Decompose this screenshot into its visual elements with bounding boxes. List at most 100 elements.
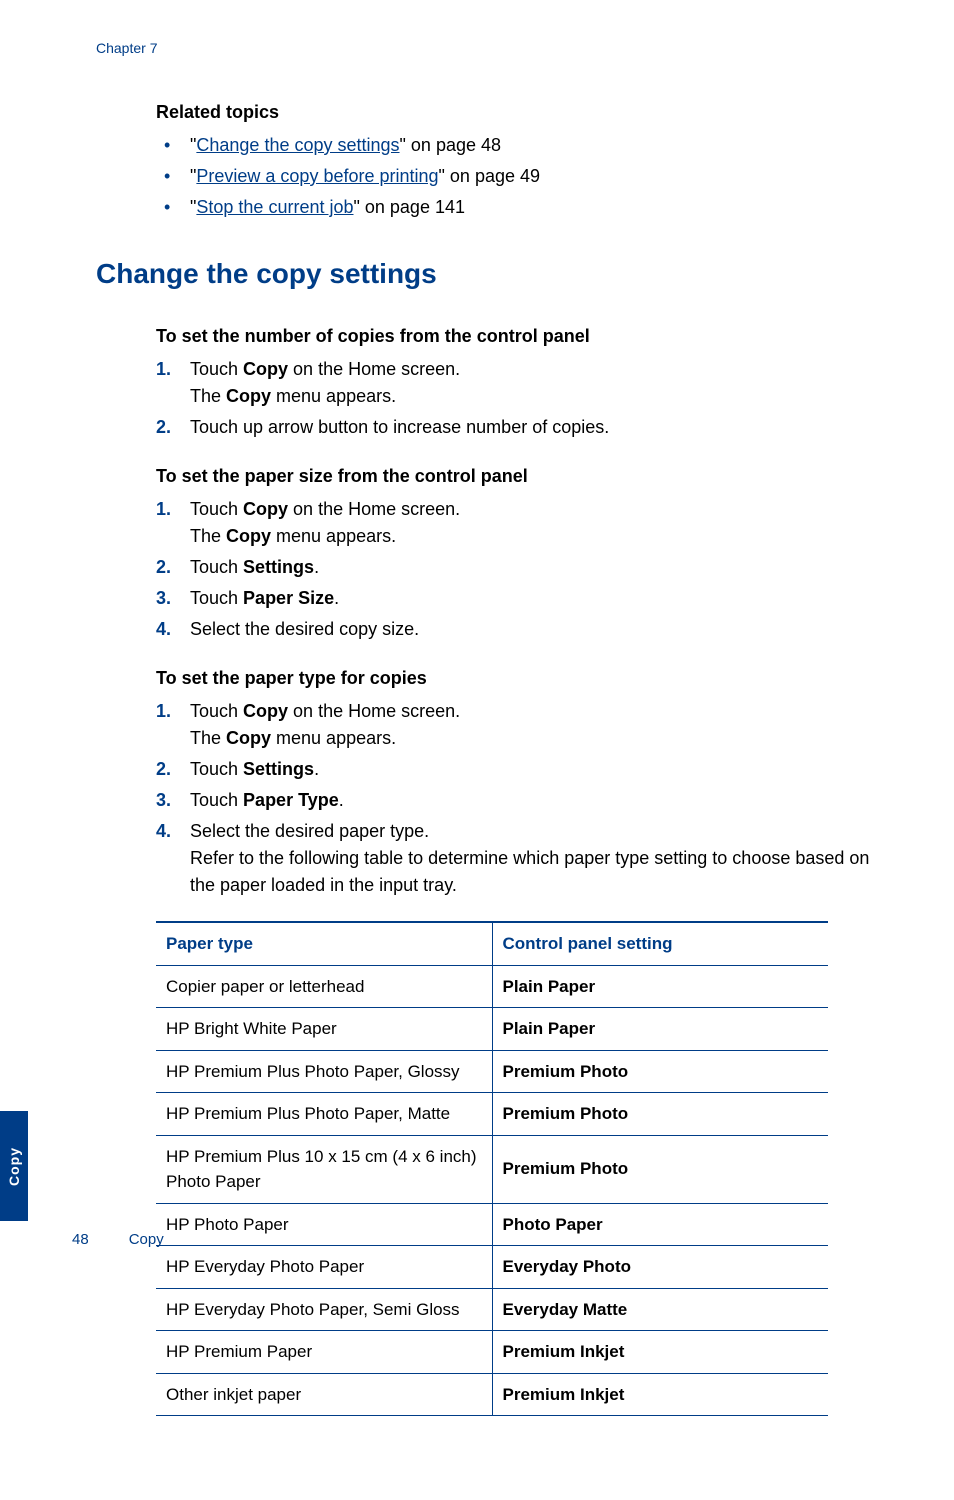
step-list: 1. Touch Copy on the Home screen. The Copy… (156, 496, 874, 643)
related-topics-heading: Related topics (156, 99, 874, 126)
table-row: HP Everyday Photo PaperEveryday Photo (156, 1246, 828, 1289)
table-row: HP Photo PaperPhoto Paper (156, 1203, 828, 1246)
step-text: . (334, 588, 339, 608)
table-cell: HP Everyday Photo Paper (156, 1246, 492, 1289)
step-bold: Copy (243, 359, 288, 379)
step-text: Select the desired paper type. (190, 821, 429, 841)
step-item: 1. Touch Copy on the Home screen. The Copy… (156, 496, 874, 550)
step-number: 1. (156, 496, 171, 523)
related-link[interactable]: Stop the current job (196, 197, 353, 217)
step-number: 2. (156, 554, 171, 581)
step-text: on the Home screen. (288, 359, 460, 379)
step-bold: Paper Type (243, 790, 339, 810)
link-suffix: " on page 48 (400, 135, 501, 155)
table-cell: HP Premium Plus 10 x 15 cm (4 x 6 inch) … (156, 1135, 492, 1203)
list-item: "Preview a copy before printing" on page… (156, 163, 874, 190)
link-suffix: " on page 141 (354, 197, 466, 217)
table-cell: HP Bright White Paper (156, 1008, 492, 1051)
table-cell: Premium Photo (492, 1093, 828, 1136)
table-cell: Photo Paper (492, 1203, 828, 1246)
table-row: Other inkjet paperPremium Inkjet (156, 1373, 828, 1416)
table-cell: Copier paper or letterhead (156, 965, 492, 1008)
step-text: Touch (190, 701, 243, 721)
step-bold: Copy (243, 499, 288, 519)
table-row: HP Everyday Photo Paper, Semi GlossEvery… (156, 1288, 828, 1331)
table-cell: HP Photo Paper (156, 1203, 492, 1246)
step-text: Select the desired copy size. (190, 619, 419, 639)
step-bold: Copy (243, 701, 288, 721)
step-text: Touch (190, 359, 243, 379)
step-item: 3. Touch Paper Size. (156, 585, 874, 612)
table-row: HP Premium Plus Photo Paper, MattePremiu… (156, 1093, 828, 1136)
table-row: HP Premium Plus 10 x 15 cm (4 x 6 inch) … (156, 1135, 828, 1203)
step-text: The (190, 386, 226, 406)
step-item: 4.Select the desired paper type.Refer to… (156, 818, 874, 899)
table-row: HP Premium PaperPremium Inkjet (156, 1331, 828, 1374)
table-cell: HP Premium Plus Photo Paper, Matte (156, 1093, 492, 1136)
step-text: Touch (190, 790, 243, 810)
paper-type-table: Paper type Control panel setting Copier … (156, 921, 828, 1416)
table-cell: HP Premium Plus Photo Paper, Glossy (156, 1050, 492, 1093)
step-list: 1.Touch Copy on the Home screen.The Copy… (156, 356, 874, 441)
step-bold: Copy (226, 728, 271, 748)
page-footer: 48Copy (72, 1229, 164, 1252)
list-item: "Stop the current job" on page 141 (156, 194, 874, 221)
step-item: 2. Touch Settings. (156, 756, 874, 783)
related-link[interactable]: Change the copy settings (196, 135, 399, 155)
table-cell: Premium Photo (492, 1135, 828, 1203)
step-text: on the Home screen. (288, 499, 460, 519)
step-number: 2. (156, 756, 171, 783)
related-link[interactable]: Preview a copy before printing (196, 166, 438, 186)
table-cell: HP Premium Paper (156, 1331, 492, 1374)
step-item: 2.Touch up arrow button to increase numb… (156, 414, 874, 441)
step-list: 1.Touch Copy on the Home screen.The Copy… (156, 698, 874, 899)
step-bold: Paper Size (243, 588, 334, 608)
step-bold: Settings (243, 557, 314, 577)
step-number: 1. (156, 698, 171, 725)
table-cell: Plain Paper (492, 965, 828, 1008)
step-text: . (314, 759, 319, 779)
main-heading: Change the copy settings (96, 253, 874, 295)
step-number: 4. (156, 616, 171, 643)
page-number: 48 (72, 1231, 89, 1248)
step-text: . (314, 557, 319, 577)
step-text: The (190, 526, 226, 546)
table-header: Paper type (156, 922, 492, 965)
step-number: 1. (156, 356, 171, 383)
side-tab: Copy (0, 1111, 28, 1221)
chapter-label: Chapter 7 (96, 38, 874, 59)
step-text: on the Home screen. (288, 701, 460, 721)
table-cell: Everyday Photo (492, 1246, 828, 1289)
step-item: 1.Touch Copy on the Home screen.The Copy… (156, 356, 874, 410)
table-cell: Other inkjet paper (156, 1373, 492, 1416)
step-item: 2.Touch Settings. (156, 554, 874, 581)
step-text: Touch up arrow button to increase number… (190, 417, 609, 437)
table-row: HP Bright White PaperPlain Paper (156, 1008, 828, 1051)
section-heading: To set the number of copies from the con… (156, 323, 874, 350)
section-heading: To set the paper type for copies (156, 665, 874, 692)
step-number: 3. (156, 787, 171, 814)
table-cell: Plain Paper (492, 1008, 828, 1051)
table-cell: HP Everyday Photo Paper, Semi Gloss (156, 1288, 492, 1331)
step-text: Touch (190, 499, 243, 519)
step-bold: Copy (226, 526, 271, 546)
table-cell: Premium Inkjet (492, 1373, 828, 1416)
step-item: 1.Touch Copy on the Home screen.The Copy… (156, 698, 874, 752)
step-tail: Refer to the following table to determin… (190, 845, 874, 899)
step-text: menu appears. (271, 386, 396, 406)
table-header: Control panel setting (492, 922, 828, 965)
step-number: 3. (156, 585, 171, 612)
step-text: Touch (190, 759, 243, 779)
step-bold: Settings (243, 759, 314, 779)
step-item: 4. Select the desired copy size. (156, 616, 874, 643)
list-item: "Change the copy settings" on page 48 (156, 132, 874, 159)
step-item: 3. Touch Paper Type. (156, 787, 874, 814)
step-text: . (339, 790, 344, 810)
table-row: HP Premium Plus Photo Paper, GlossyPremi… (156, 1050, 828, 1093)
step-text: Touch (190, 588, 243, 608)
step-text: menu appears. (271, 728, 396, 748)
table-cell: Premium Inkjet (492, 1331, 828, 1374)
side-tab-label: Copy (4, 1147, 25, 1186)
table-cell: Premium Photo (492, 1050, 828, 1093)
section-heading: To set the paper size from the control p… (156, 463, 874, 490)
